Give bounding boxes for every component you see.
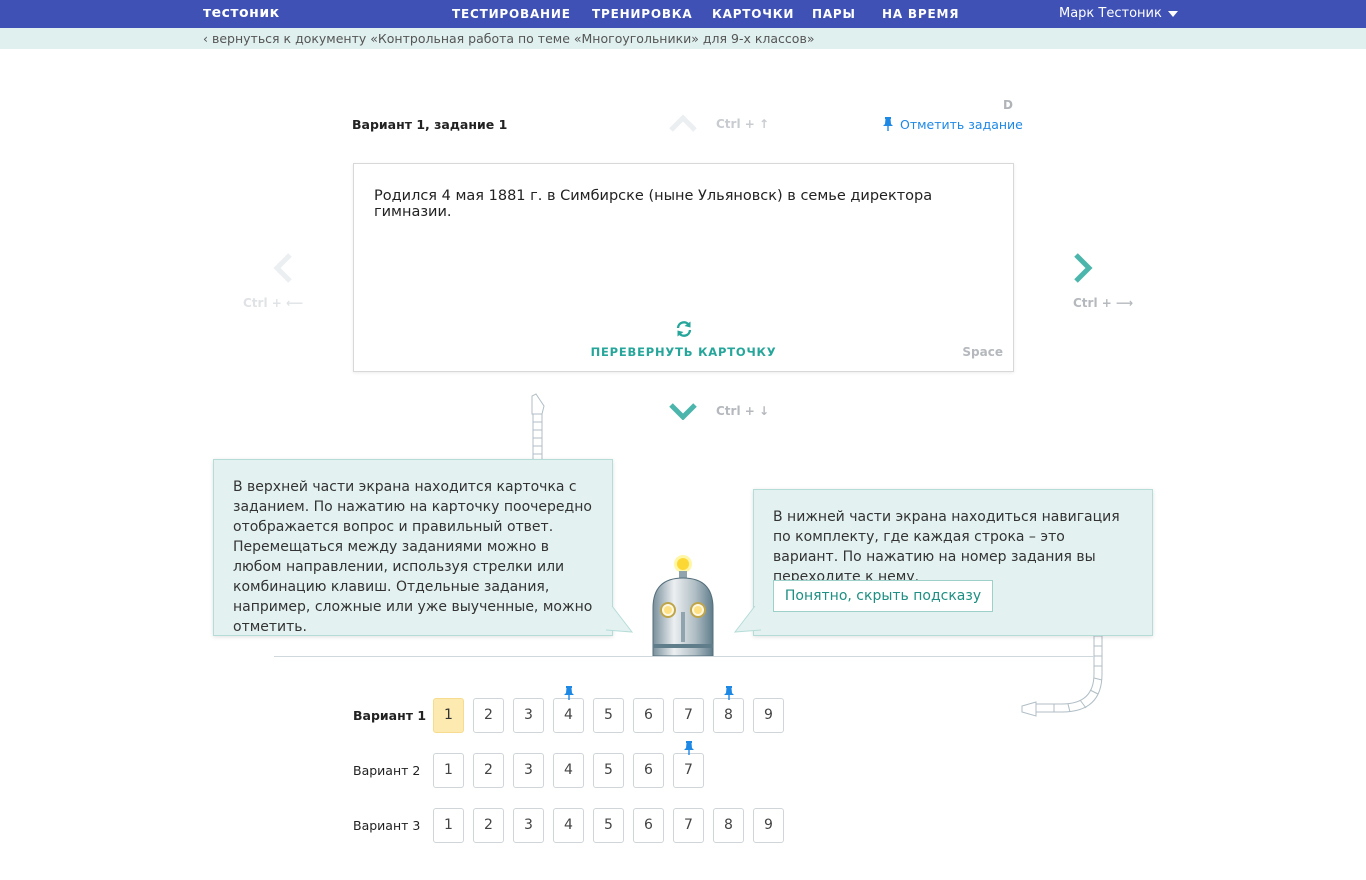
robot-arm-up-icon (531, 393, 545, 462)
back-link[interactable]: ‹ вернуться к документу «Контрольная раб… (203, 31, 814, 46)
task-button[interactable]: 1 (433, 698, 464, 733)
nav-pairs[interactable]: ПАРЫ (812, 7, 856, 21)
divider (274, 656, 1094, 657)
flip-label[interactable]: ПЕРЕВЕРНУТЬ КАРТОЧКУ (354, 345, 1013, 359)
caret-down-icon (1167, 10, 1178, 17)
task-pin-icon (723, 685, 735, 704)
card-text: Родился 4 мая 1881 г. в Симбирске (ныне … (374, 188, 933, 220)
task-button[interactable]: 7 (673, 808, 704, 843)
refresh-icon (676, 321, 691, 337)
logo[interactable]: тестоник (203, 5, 280, 21)
tooltip-card-help: В верхней части экрана находится карточк… (213, 459, 613, 636)
hide-hint-button[interactable]: Понятно, скрыть подсказу (773, 580, 993, 612)
nav-cards[interactable]: КАРТОЧКИ (712, 7, 794, 21)
task-button[interactable]: 5 (593, 753, 624, 788)
variant-label: Вариант 1 (353, 708, 427, 723)
mark-task-button[interactable]: Отметить задание (882, 117, 1023, 132)
task-button[interactable]: 7 (673, 698, 704, 733)
back-bar: ‹ вернуться к документу «Контрольная раб… (0, 28, 1366, 49)
task-pin-icon (683, 740, 695, 759)
tooltip-tail-right (733, 606, 761, 633)
task-button[interactable]: 4 (553, 753, 584, 788)
mark-key-hint: D (1003, 98, 1013, 112)
mark-task-label: Отметить задание (900, 117, 1023, 132)
task-pin-icon (563, 685, 575, 704)
task-button[interactable]: 5 (593, 698, 624, 733)
tooltip-tail-left (606, 606, 634, 633)
task-button[interactable]: 9 (753, 808, 784, 843)
robot-mascot-icon (652, 555, 714, 657)
card-title: Вариант 1, задание 1 (352, 117, 508, 132)
pin-icon (883, 117, 893, 131)
up-hint: Ctrl + ↑ (716, 117, 770, 131)
nav-timed[interactable]: НА ВРЕМЯ (882, 7, 959, 21)
arrow-down-icon[interactable] (668, 402, 698, 420)
task-button[interactable]: 6 (633, 698, 664, 733)
arrow-right-icon[interactable] (1072, 252, 1094, 284)
tooltip-nav-text: В нижней части экрана находиться навигац… (773, 509, 1120, 585)
user-name: Марк Тестоник (1059, 6, 1162, 21)
arrow-up-icon[interactable] (668, 114, 698, 132)
top-navbar: тестоник ТЕСТИРОВАНИЕ ТРЕНИРОВКА КАРТОЧК… (0, 0, 1366, 28)
right-hint: Ctrl + ⟶ (1073, 296, 1134, 310)
space-hint: Space (962, 345, 1003, 359)
task-button[interactable]: 4 (553, 808, 584, 843)
task-button[interactable]: 3 (513, 753, 544, 788)
left-hint: Ctrl + ⟵ (243, 296, 304, 310)
variant-label: Вариант 3 (353, 818, 421, 833)
flip-control[interactable] (354, 320, 1013, 342)
arrow-left-icon[interactable] (272, 252, 294, 284)
robot-arm-down-icon (1021, 635, 1103, 717)
task-button[interactable]: 9 (753, 698, 784, 733)
nav-testing[interactable]: ТЕСТИРОВАНИЕ (452, 7, 571, 21)
task-button[interactable]: 2 (473, 753, 504, 788)
task-button[interactable]: 3 (513, 698, 544, 733)
tooltip-card-text: В верхней части экрана находится карточк… (233, 479, 593, 635)
task-button[interactable]: 1 (433, 808, 464, 843)
task-button[interactable]: 2 (473, 808, 504, 843)
nav-training[interactable]: ТРЕНИРОВКА (592, 7, 693, 21)
task-button[interactable]: 6 (633, 753, 664, 788)
task-button[interactable]: 3 (513, 808, 544, 843)
task-button[interactable]: 1 (433, 753, 464, 788)
down-hint: Ctrl + ↓ (716, 404, 770, 418)
task-button[interactable]: 6 (633, 808, 664, 843)
tooltip-nav-help: В нижней части экрана находиться навигац… (753, 489, 1153, 636)
user-menu[interactable]: Марк Тестоник (1059, 6, 1178, 21)
flashcard[interactable]: Родился 4 мая 1881 г. в Симбирске (ныне … (353, 163, 1014, 372)
task-button[interactable]: 2 (473, 698, 504, 733)
task-button[interactable]: 5 (593, 808, 624, 843)
variant-label: Вариант 2 (353, 763, 421, 778)
task-button[interactable]: 8 (713, 808, 744, 843)
